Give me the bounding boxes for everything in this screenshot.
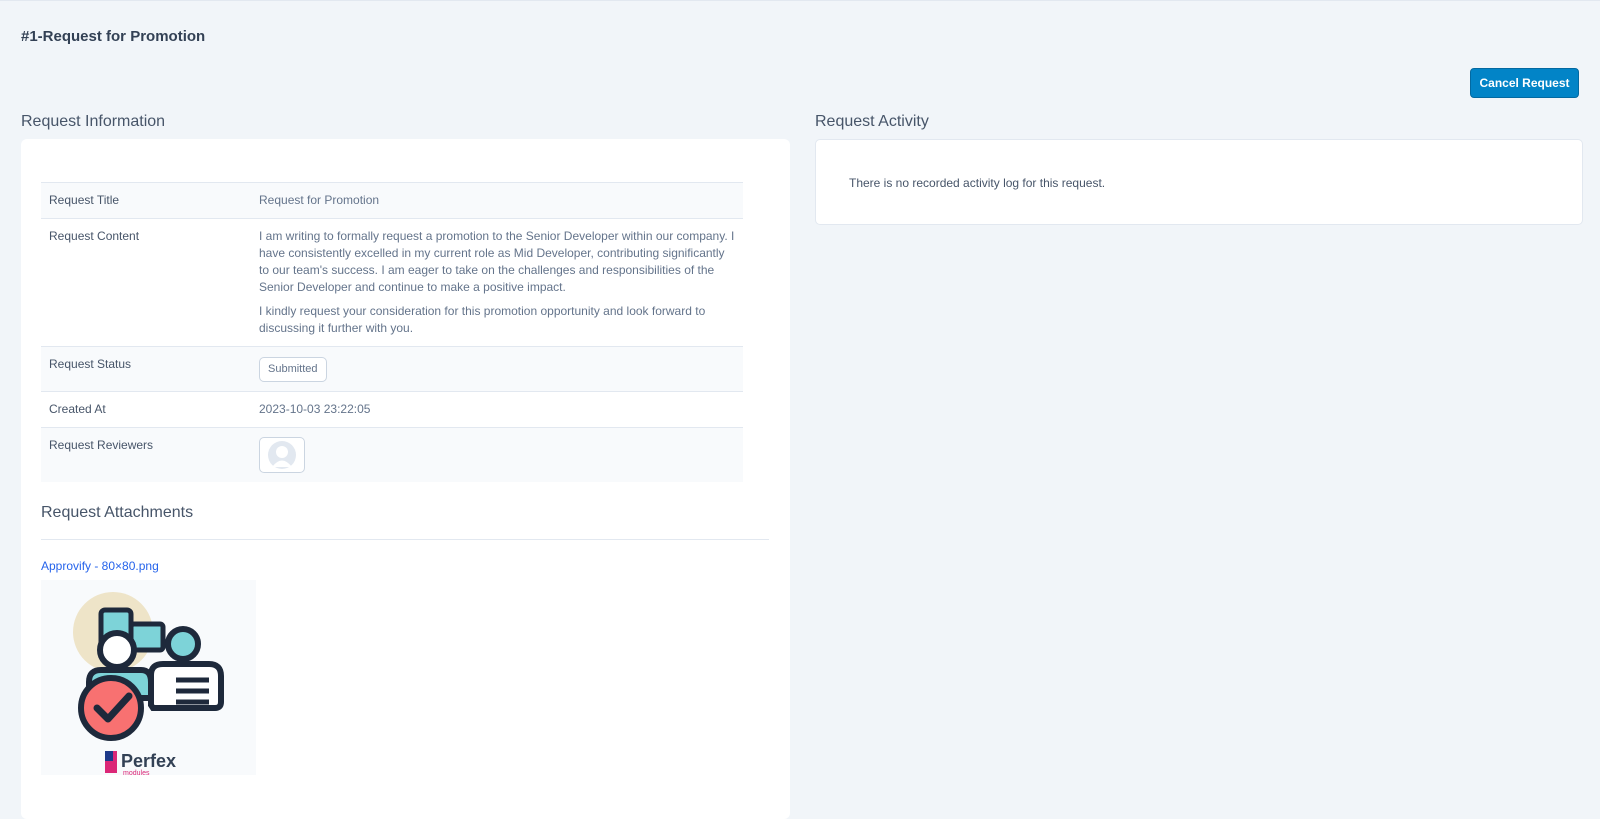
logo-subtext: modules (123, 770, 150, 775)
created-at-value: 2023-10-03 23:22:05 (251, 391, 743, 428)
request-reviewers-label: Request Reviewers (41, 427, 251, 482)
request-status-label: Request Status (41, 346, 251, 392)
table-row: Request Status Submitted (41, 346, 743, 392)
request-content-label: Request Content (41, 218, 251, 347)
attachment-link[interactable]: Approvify - 80×80.png (41, 559, 159, 573)
request-attachments-heading: Request Attachments (41, 504, 194, 521)
request-activity-heading: Request Activity (815, 113, 929, 130)
approvify-logo-image: Perfex modules (73, 592, 224, 777)
request-title-value: Request for Promotion (251, 182, 743, 219)
activity-empty-message: There is no recorded activity log for th… (849, 176, 1106, 190)
table-row: Request Title Request for Promotion (41, 182, 743, 219)
table-row: Request Reviewers (41, 427, 743, 482)
user-avatar-icon (268, 441, 296, 469)
divider (41, 539, 769, 540)
top-border (0, 0, 1600, 1)
status-badge: Submitted (259, 357, 327, 382)
request-activity-card: There is no recorded activity log for th… (815, 139, 1583, 225)
reviewer-avatar[interactable] (259, 437, 305, 473)
request-info-table: Request Title Request for Promotion Requ… (41, 182, 743, 482)
request-content-paragraph: I kindly request your consideration for … (259, 304, 706, 335)
logo-text: Perfex (121, 751, 176, 771)
page-title: #1-Request for Promotion (21, 28, 206, 45)
request-content-value: I am writing to formally request a promo… (251, 218, 743, 347)
request-title-label: Request Title (41, 182, 251, 219)
attachment-thumbnail[interactable]: Perfex modules (41, 580, 256, 777)
request-content-paragraph: I am writing to formally request a promo… (259, 229, 735, 294)
table-row: Request Content I am writing to formally… (41, 218, 743, 347)
request-information-card: Request Title Request for Promotion Requ… (21, 139, 790, 819)
cancel-request-button[interactable]: Cancel Request (1470, 68, 1579, 98)
request-information-heading: Request Information (21, 113, 166, 130)
created-at-label: Created At (41, 391, 251, 428)
table-row: Created At 2023-10-03 23:22:05 (41, 391, 743, 428)
